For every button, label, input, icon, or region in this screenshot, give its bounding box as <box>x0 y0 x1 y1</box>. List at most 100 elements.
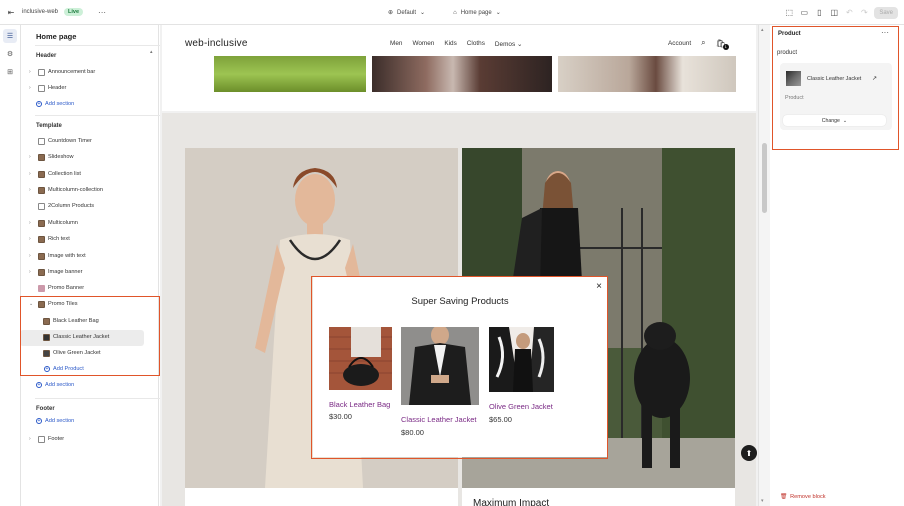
plus-circle-icon: + <box>36 381 42 388</box>
add-section-header[interactable]: + Add section <box>36 101 74 107</box>
icon-rail: ☰ ⚙ ⊞ <box>0 25 21 506</box>
template-group-label: Template <box>36 123 62 129</box>
modal-highlight <box>311 276 608 459</box>
chevron-right-icon[interactable]: › <box>29 253 35 259</box>
chevron-right-icon[interactable]: › <box>29 236 35 242</box>
mobile-view-icon[interactable]: ▯ <box>814 8 824 18</box>
chevron-right-icon[interactable]: › <box>29 69 35 75</box>
header-group-label: Header <box>36 53 57 59</box>
section-label: 2Column Products <box>48 203 95 209</box>
nav-link-cloths[interactable]: Cloths <box>467 40 485 48</box>
scroll-down-icon[interactable]: ▾ <box>761 498 764 504</box>
store-header-actions: Account ⌕ 🛍 1 <box>668 38 729 50</box>
add-section-label: Add section <box>45 101 75 107</box>
chevron-right-icon[interactable]: › <box>29 171 35 177</box>
remove-block-button[interactable]: 🗑 Remove block <box>780 494 826 500</box>
section-icon <box>38 435 45 443</box>
exit-icon[interactable]: ⇤ <box>6 7 16 17</box>
collection-image-clothes <box>372 56 552 92</box>
search-icon[interactable]: ⌕ <box>701 38 705 48</box>
apps-icon[interactable]: ⊞ <box>3 65 17 79</box>
add-section-template[interactable]: + Add section <box>36 382 74 388</box>
section-label: Header <box>48 85 67 91</box>
plus-circle-icon: + <box>36 417 42 424</box>
plus-circle-icon: + <box>36 100 42 107</box>
add-section-footer[interactable]: + Add section <box>36 418 74 424</box>
section-label: Countdown Timer <box>48 138 92 144</box>
cart-icon[interactable]: 🛍 1 <box>716 39 729 50</box>
chevron-down-icon: ⌄ <box>516 41 523 48</box>
store-nav: Men Women Kids Cloths Demos ⌄ <box>390 40 522 48</box>
section-multicolumn-collection[interactable]: › Multicolumn-collection <box>29 184 157 196</box>
desktop-view-icon[interactable]: ▭ <box>799 8 809 18</box>
section-icon <box>38 68 45 76</box>
chevron-right-icon[interactable]: › <box>29 220 35 226</box>
section-label: Multicolumn-collection <box>48 187 104 193</box>
section-image-with-text[interactable]: › Image with text <box>29 250 157 262</box>
chevron-right-icon[interactable]: › <box>29 436 35 442</box>
chevron-right-icon[interactable]: › <box>29 154 35 160</box>
redo-icon[interactable]: ↷ <box>859 8 869 18</box>
section-label: Promo Banner <box>48 285 85 291</box>
store-header: web-inclusive Men Women Kids Cloths Demo… <box>162 25 756 111</box>
scrollbar-thumb[interactable] <box>762 143 767 213</box>
topbar-center: ⊕ Default ⌄ ⌂ Home page ⌄ <box>388 0 501 25</box>
save-button[interactable]: Save <box>874 6 898 19</box>
chevron-right-icon[interactable]: › <box>29 187 35 193</box>
undo-icon[interactable]: ↶ <box>844 8 854 18</box>
editor-topbar: ⇤ inclusive-web Live ··· ⊕ Default ⌄ ⌂ H… <box>0 0 904 25</box>
preview-scrollbar[interactable]: ▴ ▾ <box>758 25 770 506</box>
collection-image-model <box>558 56 736 92</box>
nav-link-label: Demos <box>494 41 516 48</box>
chevron-right-icon[interactable]: › <box>29 85 35 91</box>
chevron-right-icon[interactable]: › <box>29 269 35 275</box>
divider <box>35 115 173 116</box>
section-icon <box>38 202 45 210</box>
page-selector[interactable]: ⌂ Home page ⌄ <box>453 9 501 17</box>
nav-link-women[interactable]: Women <box>412 40 434 48</box>
section-2column-products[interactable]: 2Column Products <box>29 200 157 212</box>
sidebar-title: Home page <box>36 32 77 41</box>
store-logo[interactable]: web-inclusive <box>185 38 248 49</box>
add-section-label: Add section <box>45 418 75 424</box>
divider <box>35 398 173 399</box>
section-label: Rich text <box>48 236 70 242</box>
scroll-to-top-icon[interactable]: ⬆ <box>741 445 757 461</box>
section-slideshow[interactable]: › Slideshow <box>29 151 157 163</box>
image-section-icon <box>38 219 45 227</box>
collapse-icon[interactable]: ▴ <box>150 49 153 55</box>
section-footer[interactable]: › Footer <box>29 433 157 445</box>
account-link[interactable]: Account <box>668 40 691 47</box>
nav-link-men[interactable]: Men <box>390 40 402 48</box>
tile-caption-area <box>185 488 458 506</box>
inspector-icon[interactable]: ⬚ <box>784 8 794 18</box>
section-label: Image banner <box>48 269 83 275</box>
remove-block-label: Remove block <box>790 494 826 500</box>
section-rich-text[interactable]: › Rich text <box>29 233 157 245</box>
theme-actions-button[interactable]: ··· <box>95 7 109 17</box>
image-section-icon <box>38 170 45 178</box>
section-header[interactable]: › Header <box>29 82 157 94</box>
home-icon: ⌂ <box>453 9 457 16</box>
template-selector[interactable]: ⊕ Default ⌄ <box>388 9 425 17</box>
image-section-icon <box>38 252 45 260</box>
section-multicolumn[interactable]: › Multicolumn <box>29 217 157 229</box>
sections-icon[interactable]: ☰ <box>3 29 17 43</box>
scroll-up-icon[interactable]: ▴ <box>761 27 764 33</box>
nav-link-demos[interactable]: Demos ⌄ <box>495 40 522 48</box>
image-section-icon <box>38 186 45 194</box>
nav-link-kids[interactable]: Kids <box>444 40 456 48</box>
section-promo-banner[interactable]: Promo Banner <box>29 282 157 294</box>
section-collection-list[interactable]: › Collection list <box>29 168 157 180</box>
promo-tiles-highlight <box>20 296 160 376</box>
theme-settings-icon[interactable]: ⚙ <box>3 47 17 61</box>
section-image-banner[interactable]: › Image banner <box>29 266 157 278</box>
section-countdown-timer[interactable]: Countdown Timer <box>29 135 157 147</box>
section-icon <box>38 84 45 92</box>
section-announcement-bar[interactable]: › Announcement bar <box>29 66 157 78</box>
fullscreen-view-icon[interactable]: ◫ <box>829 8 839 18</box>
add-section-label: Add section <box>45 382 75 388</box>
footer-group-label: Footer <box>36 406 55 412</box>
theme-name: inclusive-web <box>22 9 59 15</box>
section-label: Announcement bar <box>48 69 96 75</box>
